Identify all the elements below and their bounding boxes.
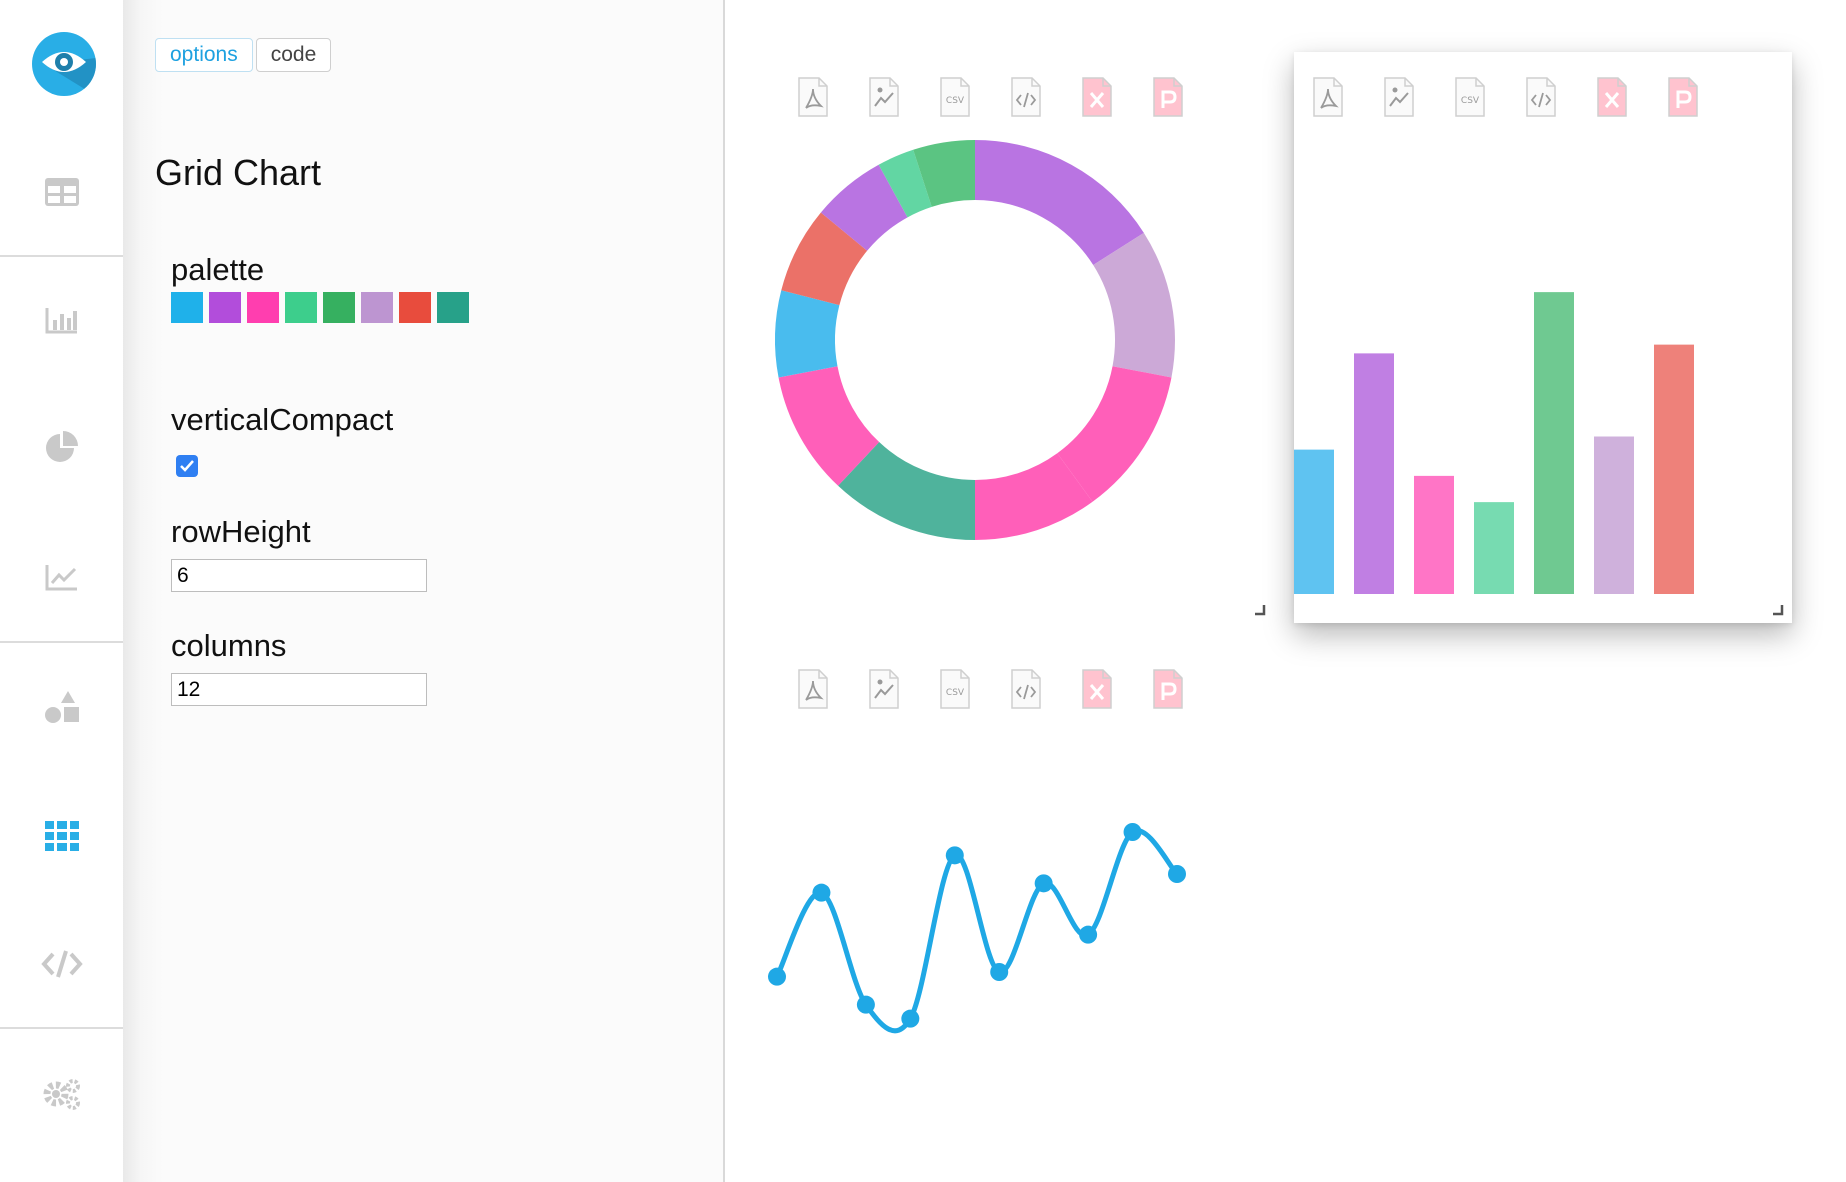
export-toolbar-line: CSV bbox=[797, 668, 1184, 710]
tab-code[interactable]: code bbox=[255, 38, 332, 72]
line-point[interactable] bbox=[945, 846, 964, 865]
html-icon[interactable] bbox=[1010, 668, 1042, 710]
donut-slice[interactable] bbox=[775, 290, 840, 378]
sidebar-divider bbox=[0, 1027, 123, 1029]
svg-text:CSV: CSV bbox=[1461, 96, 1480, 106]
sidebar-item-table[interactable] bbox=[0, 162, 123, 222]
bar-chart-card[interactable]: CSV bbox=[1294, 52, 1792, 623]
line-point[interactable] bbox=[1168, 865, 1186, 883]
palette-swatch[interactable] bbox=[285, 292, 317, 323]
image-icon[interactable] bbox=[868, 76, 900, 118]
bar[interactable] bbox=[1474, 502, 1514, 594]
export-toolbar-donut: CSV bbox=[797, 76, 1184, 118]
bar[interactable] bbox=[1534, 292, 1574, 594]
palette-swatch[interactable] bbox=[247, 292, 279, 323]
image-icon[interactable] bbox=[868, 668, 900, 710]
palette-swatches bbox=[171, 292, 469, 323]
excel-icon[interactable] bbox=[1081, 76, 1113, 118]
sidebar-item-grid[interactable] bbox=[0, 806, 123, 866]
sidebar-item-code[interactable] bbox=[0, 934, 123, 994]
html-icon[interactable] bbox=[1525, 76, 1557, 118]
pdf-icon[interactable] bbox=[797, 76, 829, 118]
donut-chart bbox=[775, 140, 1175, 540]
shapes-icon bbox=[44, 691, 79, 723]
svg-text:CSV: CSV bbox=[946, 688, 965, 698]
bar[interactable] bbox=[1594, 436, 1634, 595]
sidebar-item-settings[interactable] bbox=[0, 1064, 123, 1124]
vertical-compact-label: verticalCompact bbox=[171, 402, 394, 437]
pie-chart-icon bbox=[45, 431, 78, 462]
sidebar-item-line-chart[interactable] bbox=[0, 547, 123, 607]
row-height-input[interactable] bbox=[171, 559, 427, 592]
line-point[interactable] bbox=[901, 1009, 920, 1028]
page-title: Grid Chart bbox=[155, 152, 322, 193]
sidebar bbox=[0, 0, 124, 1182]
svg-text:CSV: CSV bbox=[946, 96, 965, 106]
powerpoint-icon[interactable] bbox=[1152, 76, 1184, 118]
options-panel: options code Grid Chart palette vertical… bbox=[123, 0, 725, 1182]
line-point[interactable] bbox=[1079, 925, 1098, 944]
sidebar-divider bbox=[0, 641, 123, 643]
line-chart bbox=[768, 823, 1186, 1034]
palette-swatch[interactable] bbox=[437, 292, 469, 323]
powerpoint-icon[interactable] bbox=[1152, 668, 1184, 710]
resize-handle-icon[interactable] bbox=[1772, 604, 1784, 616]
table-icon bbox=[44, 178, 79, 206]
sidebar-item-bar-chart[interactable] bbox=[0, 290, 123, 350]
sidebar-item-pie-chart[interactable] bbox=[0, 418, 123, 478]
line-point[interactable] bbox=[812, 883, 831, 902]
csv-icon[interactable]: CSV bbox=[939, 76, 971, 118]
resize-handle-icon[interactable] bbox=[1254, 604, 1266, 616]
line-point[interactable] bbox=[856, 995, 875, 1014]
columns-input[interactable] bbox=[171, 673, 427, 706]
bar-chart bbox=[1294, 292, 1694, 595]
grid-icon bbox=[44, 821, 79, 851]
line-point[interactable] bbox=[768, 967, 786, 986]
tab-options[interactable]: options bbox=[155, 38, 253, 72]
palette-swatch[interactable] bbox=[323, 292, 355, 323]
excel-icon[interactable] bbox=[1596, 76, 1628, 118]
checkmark-icon bbox=[180, 460, 194, 472]
line-chart-icon bbox=[45, 565, 77, 591]
row-height-label: rowHeight bbox=[171, 514, 311, 549]
bar[interactable] bbox=[1414, 475, 1454, 594]
panel-tabs: options code bbox=[155, 38, 332, 72]
palette-swatch[interactable] bbox=[171, 292, 203, 323]
donut-slice[interactable] bbox=[975, 140, 1144, 265]
code-icon bbox=[40, 950, 83, 978]
pdf-icon[interactable] bbox=[797, 668, 829, 710]
bar[interactable] bbox=[1354, 353, 1394, 594]
palette-swatch[interactable] bbox=[209, 292, 241, 323]
sidebar-divider bbox=[0, 255, 123, 257]
html-icon[interactable] bbox=[1010, 76, 1042, 118]
bar[interactable] bbox=[1294, 449, 1334, 594]
line-point[interactable] bbox=[1034, 874, 1053, 893]
pdf-icon[interactable] bbox=[1312, 76, 1344, 118]
line-point[interactable] bbox=[1123, 823, 1142, 841]
line-point[interactable] bbox=[990, 963, 1009, 981]
bar-chart-icon bbox=[45, 308, 77, 334]
palette-swatch[interactable] bbox=[361, 292, 393, 323]
palette-swatch[interactable] bbox=[399, 292, 431, 323]
bar[interactable] bbox=[1654, 344, 1694, 594]
sidebar-item-shapes[interactable] bbox=[0, 677, 123, 737]
vertical-compact-checkbox[interactable] bbox=[176, 455, 198, 477]
export-toolbar-bar: CSV bbox=[1312, 76, 1699, 118]
line-series bbox=[774, 828, 1179, 1034]
csv-icon[interactable]: CSV bbox=[939, 668, 971, 710]
excel-icon[interactable] bbox=[1081, 668, 1113, 710]
logo-eye-icon[interactable] bbox=[32, 32, 96, 96]
columns-label: columns bbox=[171, 628, 287, 663]
image-icon[interactable] bbox=[1383, 76, 1415, 118]
csv-icon[interactable]: CSV bbox=[1454, 76, 1486, 118]
palette-label: palette bbox=[171, 252, 265, 287]
settings-icon bbox=[43, 1079, 80, 1110]
powerpoint-icon[interactable] bbox=[1667, 76, 1699, 118]
